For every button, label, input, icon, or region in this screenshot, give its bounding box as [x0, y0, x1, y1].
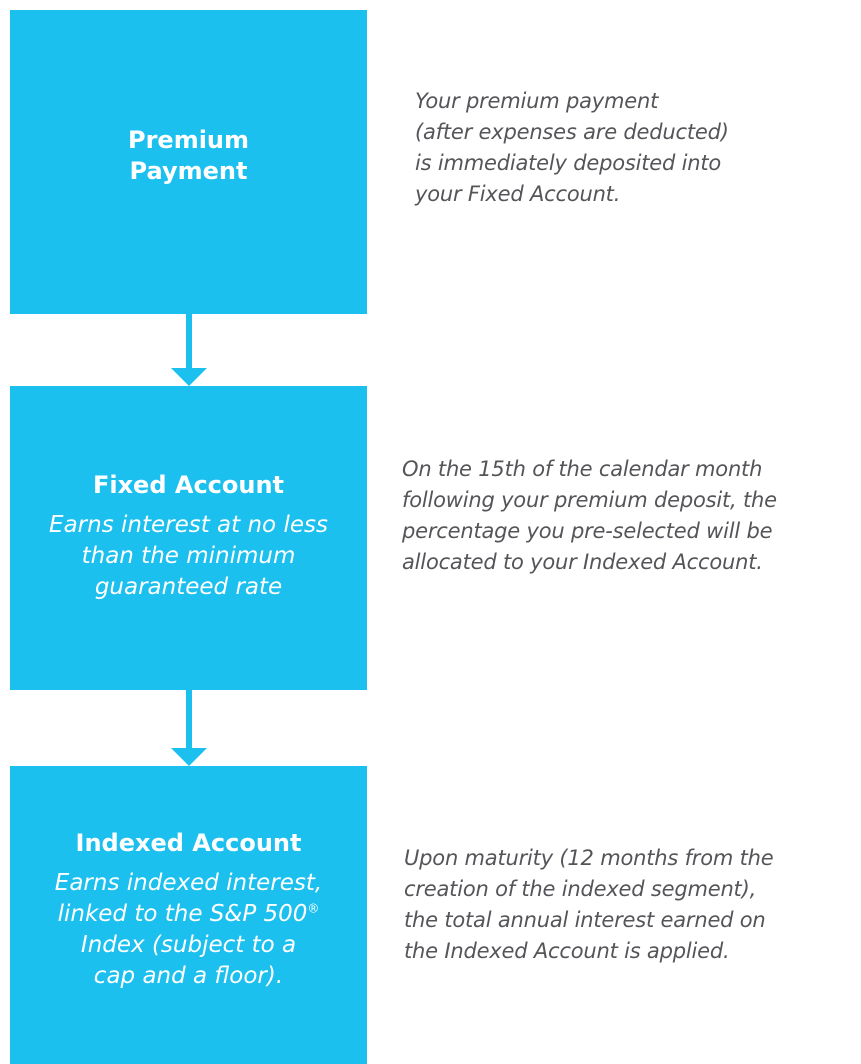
description-line: Your premium payment — [415, 89, 659, 113]
description-line: your Fixed Account. — [415, 182, 621, 206]
arrow-down-icon — [171, 314, 207, 386]
description-line: creation of the indexed segment), — [404, 877, 757, 901]
description-line: following your premium deposit, the — [402, 488, 777, 512]
description-line: allocated to your Indexed Account. — [402, 550, 763, 574]
premium-payment-description: Your premium payment (after expenses are… — [415, 86, 729, 210]
indexed-account-subtitle-line-3: Index (subject to a — [80, 932, 297, 958]
premium-payment-title: Premium Payment — [104, 125, 274, 187]
indexed-account-title: Indexed Account — [75, 829, 302, 857]
fixed-account-subtitle: Earns interest at no less than the minim… — [29, 510, 349, 603]
fixed-account-box: Fixed Account Earns interest at no less … — [10, 386, 367, 690]
indexed-account-box: Indexed Account Earns indexed interest, … — [10, 766, 367, 1064]
fixed-account-title: Fixed Account — [92, 471, 285, 499]
indexed-account-subtitle: Earns indexed interest, linked to the S&… — [29, 868, 349, 992]
description-line: (after expenses are deducted) — [415, 120, 729, 144]
description-line: the total annual interest earned on — [404, 908, 766, 932]
description-line: is immediately deposited into — [415, 151, 722, 175]
description-line: Upon maturity (12 months from the — [404, 846, 774, 870]
fixed-account-subtitle-line-2: than the minimum — [81, 543, 296, 569]
fixed-account-description: On the 15th of the calendar month follow… — [402, 454, 777, 578]
premium-payment-title-line-1: Premium — [127, 126, 250, 154]
description-line: the Indexed Account is applied. — [404, 939, 730, 963]
description-line: percentage you pre-selected will be — [402, 519, 773, 543]
fixed-account-subtitle-line-1: Earns interest at no less — [49, 512, 328, 538]
registered-mark: ® — [307, 901, 320, 916]
premium-payment-title-line-2: Payment — [129, 157, 248, 185]
indexed-account-subtitle-line-2: linked to the S&P 500 — [57, 901, 308, 927]
indexed-account-subtitle-line-4: cap and a floor). — [93, 963, 284, 989]
description-line: On the 15th of the calendar month — [402, 457, 763, 481]
fixed-account-subtitle-line-3: guaranteed rate — [94, 574, 283, 600]
indexed-account-subtitle-line-1: Earns indexed interest, — [54, 870, 323, 896]
arrow-down-icon — [171, 690, 207, 766]
premium-payment-box: Premium Payment — [10, 10, 367, 314]
indexed-account-description: Upon maturity (12 months from the creati… — [404, 843, 774, 967]
